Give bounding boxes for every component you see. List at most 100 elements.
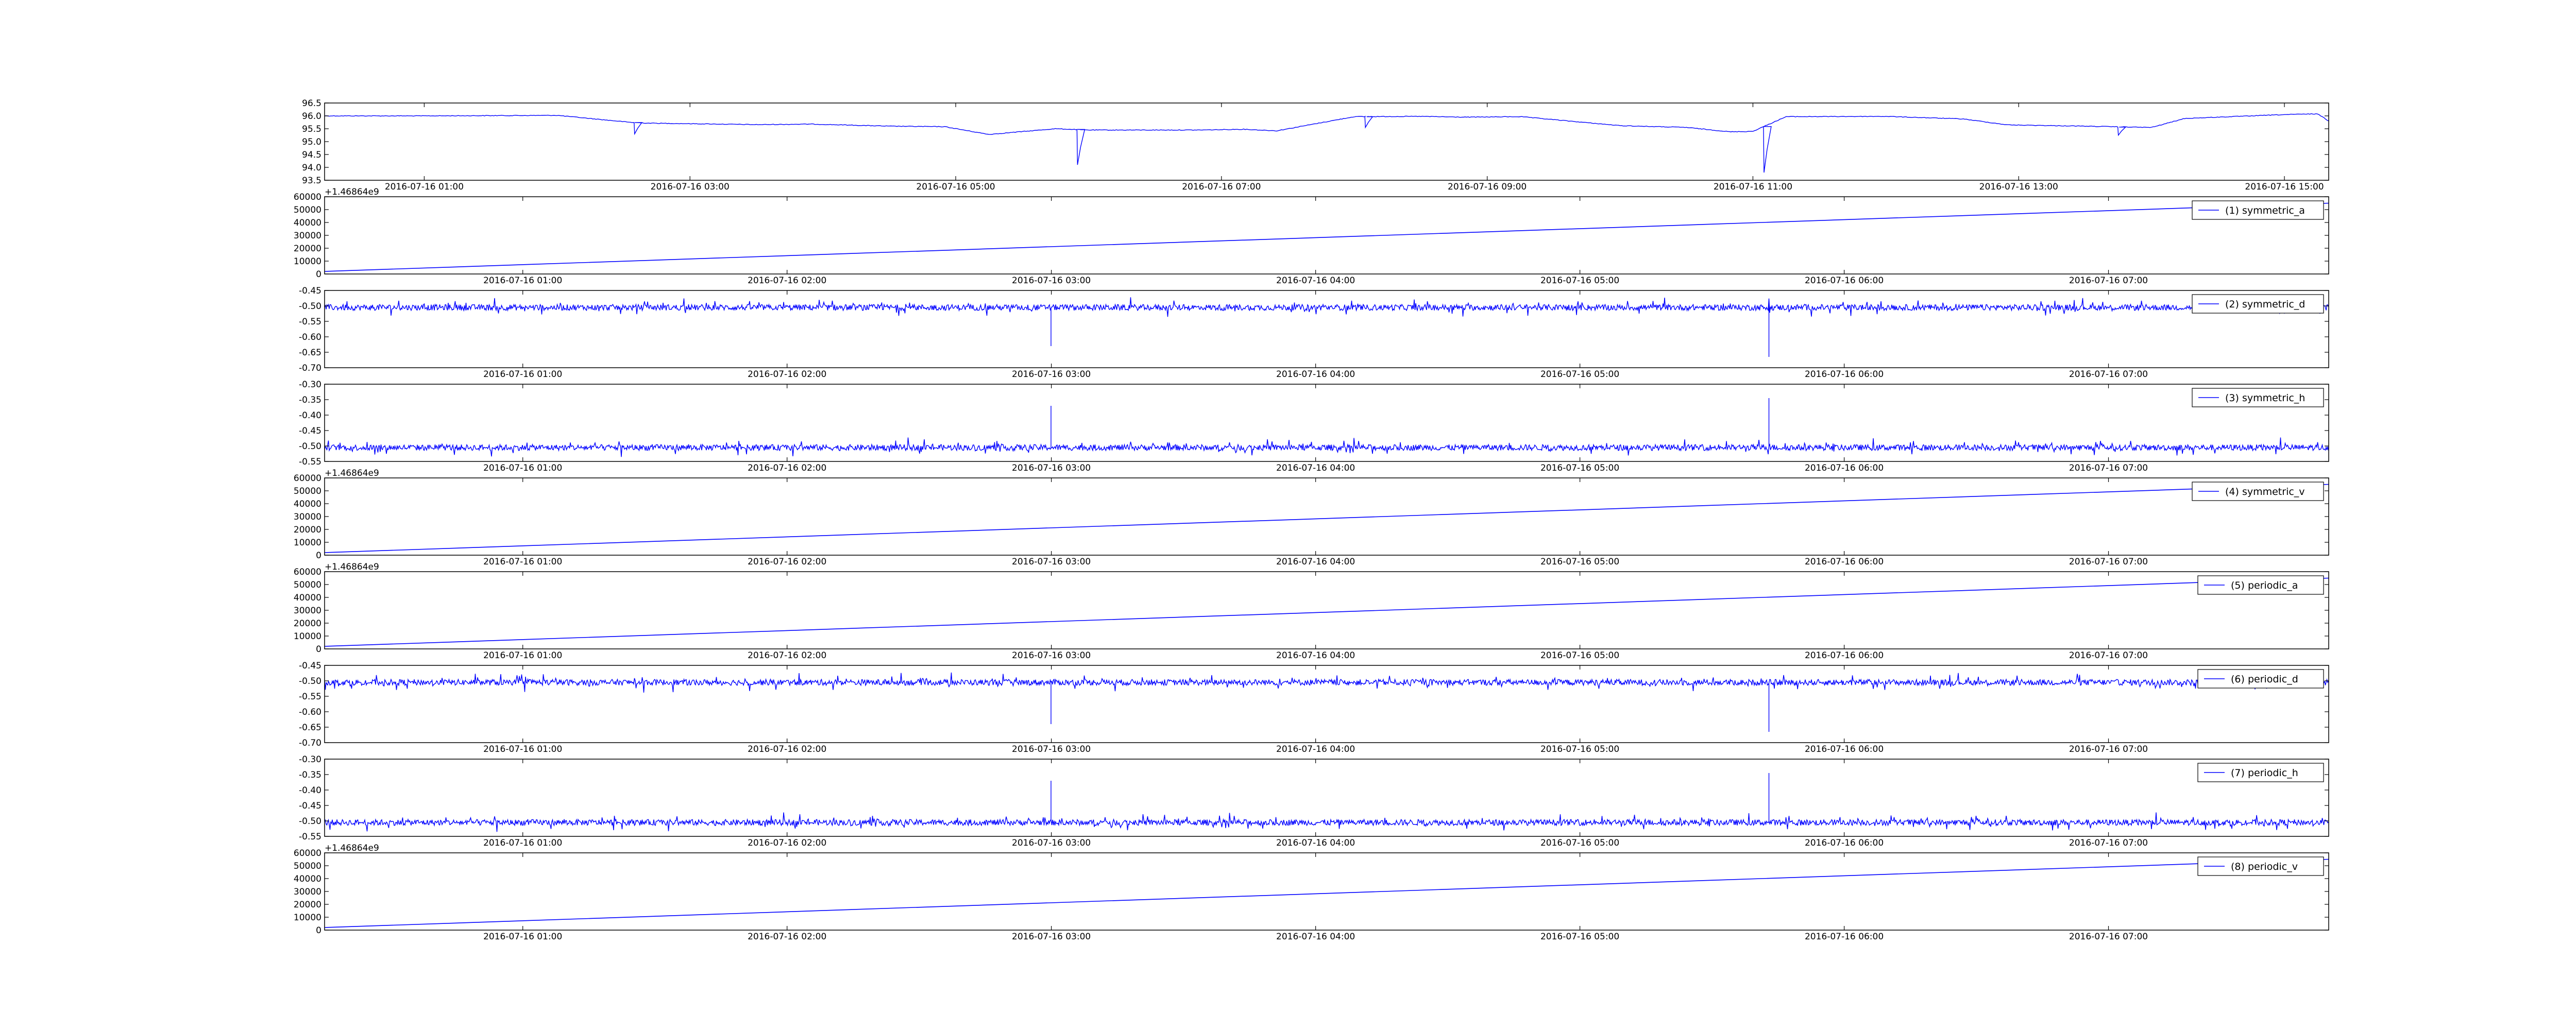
x-tick-label: 2016-07-16 07:00 — [2069, 276, 2148, 286]
x-tick-label: 2016-07-16 11:00 — [1714, 182, 1792, 192]
legend-label: (8) periodic_v — [2231, 861, 2298, 872]
y-tick-label: -0.60 — [299, 332, 321, 342]
legend: (4) symmetric_v — [2192, 482, 2324, 501]
x-tick-label: 2016-07-16 01:00 — [483, 838, 562, 848]
y-tick-label: -0.35 — [299, 770, 321, 780]
x-tick-label: 2016-07-16 06:00 — [1805, 744, 1884, 754]
x-tick-label: 2016-07-16 03:00 — [1012, 650, 1091, 661]
x-tick-label: 2016-07-16 02:00 — [748, 932, 826, 942]
x-tick-label: 2016-07-16 01:00 — [483, 557, 562, 567]
legend-label: (6) periodic_d — [2231, 674, 2298, 685]
x-tick-label: 2016-07-16 01:00 — [483, 463, 562, 473]
series-line-4 — [325, 398, 2329, 457]
x-tick-label: 2016-07-16 07:00 — [2069, 650, 2148, 661]
x-tick-label: 2016-07-16 01:00 — [483, 744, 562, 754]
y-tick-label: 20000 — [294, 900, 321, 910]
offset-label: +1.46864e9 — [325, 843, 379, 853]
y-tick-label: 60000 — [294, 848, 321, 859]
plot-frame — [324, 852, 2329, 931]
offset-label: +1.46864e9 — [325, 562, 379, 572]
x-tick-label: 2016-07-16 01:00 — [483, 650, 562, 661]
x-tick-label: 2016-07-16 05:00 — [916, 182, 995, 192]
y-tick-label: 0 — [316, 644, 321, 655]
x-tick-label: 2016-07-16 05:00 — [1540, 932, 1619, 942]
y-tick-label: 0 — [316, 269, 321, 280]
y-tick-label: 95.0 — [302, 137, 321, 147]
y-tick-label: -0.55 — [299, 317, 321, 327]
y-tick-label: -0.45 — [299, 286, 321, 296]
y-tick-label: 40000 — [294, 593, 321, 603]
y-tick-label: -0.30 — [299, 754, 321, 765]
plot-frame — [324, 102, 2329, 181]
x-tick-label: 2016-07-16 06:00 — [1805, 463, 1884, 473]
legend-label: (7) periodic_h — [2231, 767, 2298, 779]
y-tick-label: 40000 — [294, 218, 321, 228]
x-tick-label: 2016-07-16 05:00 — [1540, 744, 1619, 754]
y-tick-label: 40000 — [294, 499, 321, 509]
x-tick-label: 2016-07-16 02:00 — [748, 557, 826, 567]
x-tick-label: 2016-07-16 09:00 — [1448, 182, 1527, 192]
legend: (6) periodic_d — [2197, 669, 2324, 689]
y-tick-label: 40000 — [294, 874, 321, 884]
x-tick-label: 2016-07-16 02:00 — [748, 463, 826, 473]
x-tick-label: 2016-07-16 15:00 — [2245, 182, 2324, 192]
x-tick-label: 2016-07-16 02:00 — [748, 276, 826, 286]
x-tick-label: 2016-07-16 03:00 — [1012, 932, 1091, 942]
x-tick-label: 2016-07-16 05:00 — [1540, 369, 1619, 380]
x-tick-label: 2016-07-16 03:00 — [1012, 744, 1091, 754]
y-tick-label: 10000 — [294, 913, 321, 923]
chart-panel-9: 0 10000 20000 30000 40000 50000 60000 2016-07-1… — [294, 843, 2329, 942]
plot-frame — [324, 290, 2329, 368]
x-tick-label: 2016-07-16 04:00 — [1276, 557, 1355, 567]
x-tick-label: 2016-07-16 05:00 — [1540, 463, 1619, 473]
y-tick-label: 50000 — [294, 580, 321, 590]
chart-panel-1: 93.5 94.0 94.5 95.0 95.5 96.0 96.5 2016-07-16 0… — [302, 98, 2329, 192]
x-tick-label: 2016-07-16 13:00 — [1979, 182, 2058, 192]
legend: (8) periodic_v — [2197, 856, 2324, 876]
series-line-2 — [325, 202, 2329, 272]
x-tick-label: 2016-07-16 04:00 — [1276, 932, 1355, 942]
x-tick-label: 2016-07-16 05:00 — [1540, 838, 1619, 848]
x-tick-label: 2016-07-16 04:00 — [1276, 650, 1355, 661]
x-tick-label: 2016-07-16 04:00 — [1276, 744, 1355, 754]
y-tick-label: 20000 — [294, 619, 321, 629]
series-line-8 — [325, 773, 2329, 832]
x-tick-label: 2016-07-16 01:00 — [483, 276, 562, 286]
legend-label: (3) symmetric_h — [2225, 392, 2305, 404]
legend-label: (2) symmetric_d — [2225, 299, 2305, 310]
x-tick-label: 2016-07-16 07:00 — [2069, 369, 2148, 380]
x-tick-label: 2016-07-16 07:00 — [2069, 838, 2148, 848]
series-line-6 — [325, 577, 2329, 647]
y-tick-label: -0.65 — [299, 348, 321, 358]
y-tick-label: 96.5 — [302, 98, 321, 109]
y-tick-label: 93.5 — [302, 176, 321, 186]
x-tick-label: 2016-07-16 02:00 — [748, 838, 826, 848]
x-tick-label: 2016-07-16 07:00 — [2069, 557, 2148, 567]
x-tick-label: 2016-07-16 07:00 — [1182, 182, 1261, 192]
y-tick-label: -0.55 — [299, 692, 321, 702]
x-tick-label: 2016-07-16 03:00 — [1012, 369, 1091, 380]
x-tick-label: 2016-07-16 07:00 — [2069, 932, 2148, 942]
x-tick-label: 2016-07-16 04:00 — [1276, 463, 1355, 473]
series-line-5 — [325, 484, 2329, 553]
y-tick-label: -0.45 — [299, 426, 321, 436]
y-tick-label: -0.40 — [299, 410, 321, 421]
y-tick-label: 20000 — [294, 525, 321, 535]
y-tick-label: 20000 — [294, 244, 321, 254]
legend-label: (4) symmetric_v — [2225, 486, 2305, 497]
x-tick-label: 2016-07-16 03:00 — [1012, 276, 1091, 286]
x-tick-label: 2016-07-16 03:00 — [651, 182, 730, 192]
legend: (2) symmetric_d — [2192, 294, 2324, 314]
series-line-7 — [325, 672, 2329, 732]
x-tick-label: 2016-07-16 02:00 — [748, 650, 826, 661]
x-tick-label: 2016-07-16 06:00 — [1805, 276, 1884, 286]
y-tick-label: 60000 — [294, 567, 321, 577]
x-tick-label: 2016-07-16 07:00 — [2069, 463, 2148, 473]
offset-label: +1.46864e9 — [325, 187, 379, 197]
y-tick-label: 10000 — [294, 631, 321, 642]
chart-panel-5: 0 10000 20000 30000 40000 50000 60000 2016-07-1… — [294, 468, 2329, 567]
y-tick-label: -0.30 — [299, 380, 321, 390]
x-tick-label: 2016-07-16 06:00 — [1805, 932, 1884, 942]
series-line-1 — [325, 113, 2329, 173]
x-tick-label: 2016-07-16 02:00 — [748, 744, 826, 754]
